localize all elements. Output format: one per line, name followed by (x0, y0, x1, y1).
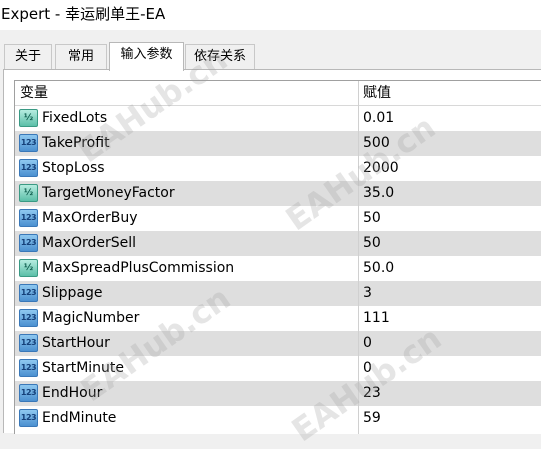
integer-type-icon: 123 (19, 234, 38, 252)
parameter-value[interactable]: 35.0 (363, 181, 394, 206)
double-type-icon: ½ (19, 109, 38, 127)
double-type-icon: ½ (19, 184, 38, 202)
double-type-icon: ½ (19, 259, 38, 277)
parameter-value[interactable]: 23 (363, 381, 381, 406)
column-divider[interactable] (358, 81, 359, 434)
parameter-name: MagicNumber (42, 310, 140, 326)
parameter-value[interactable]: 0.01 (363, 106, 394, 131)
integer-type-icon: 123 (19, 209, 38, 227)
parameter-name: EndMinute (42, 410, 117, 426)
parameter-name: MaxOrderSell (42, 235, 137, 251)
integer-type-icon: 123 (19, 159, 38, 177)
table-row[interactable]: 123 EndMinute 59 (15, 406, 541, 431)
grid-header: 变量 赋值 (15, 81, 541, 106)
parameter-value[interactable]: 3 (363, 281, 372, 306)
integer-type-icon: 123 (19, 384, 38, 402)
parameters-grid: 变量 赋值 ½ FixedLots 0.01 123 TakeProfit 500 123 S… (14, 80, 541, 434)
tab-inputs[interactable]: 输入参数 (109, 42, 184, 71)
parameter-value[interactable]: 50 (363, 206, 381, 231)
parameter-value[interactable]: 59 (363, 406, 381, 431)
table-row[interactable]: 123 MaxOrderBuy 50 (15, 206, 541, 231)
integer-type-icon: 123 (19, 134, 38, 152)
parameter-name: TargetMoneyFactor (42, 185, 175, 201)
table-row[interactable]: ½ TargetMoneyFactor 35.0 (15, 181, 541, 206)
integer-type-icon: 123 (19, 409, 38, 427)
integer-type-icon: 123 (19, 284, 38, 302)
integer-type-icon: 123 (19, 359, 38, 377)
parameter-value[interactable]: 111 (363, 306, 390, 331)
table-row[interactable]: ½ MaxSpreadPlusCommission 50.0 (15, 256, 541, 281)
parameter-name: MaxOrderBuy (42, 210, 138, 226)
table-row[interactable]: 123 StartMinute 0 (15, 356, 541, 381)
parameter-value[interactable]: 0 (363, 356, 372, 381)
parameter-name: EndHour (42, 385, 103, 401)
parameter-name: TakeProfit (42, 135, 110, 151)
value-column-header[interactable]: 赋值 (363, 81, 391, 105)
parameter-name: StopLoss (42, 160, 105, 176)
variable-column-header[interactable]: 变量 (20, 81, 48, 105)
table-row[interactable]: 123 Slippage 3 (15, 281, 541, 306)
title-bar: Expert - 幸运刷单王-EA (0, 0, 541, 30)
parameter-name: MaxSpreadPlusCommission (42, 260, 235, 276)
tab-dependencies[interactable]: 依存关系 (185, 44, 255, 69)
integer-type-icon: 123 (19, 309, 38, 327)
table-row[interactable]: 123 StartHour 0 (15, 331, 541, 356)
parameter-value[interactable]: 0 (363, 331, 372, 356)
table-row[interactable]: 123 MagicNumber 111 (15, 306, 541, 331)
parameter-value[interactable]: 500 (363, 131, 390, 156)
table-row[interactable]: ½ FixedLots 0.01 (15, 106, 541, 131)
inputs-panel: 变量 赋值 ½ FixedLots 0.01 123 TakeProfit 500 123 S… (3, 40, 541, 449)
table-row[interactable]: 123 EndHour 23 (15, 381, 541, 406)
parameter-value[interactable]: 50 (363, 231, 381, 256)
window-title: Expert - 幸运刷单王-EA (1, 5, 166, 23)
integer-type-icon: 123 (19, 334, 38, 352)
tab-about[interactable]: 关于 (4, 44, 52, 69)
tab-bar: 关于 常用 输入参数 依存关系 (0, 42, 541, 71)
parameters-list: ½ FixedLots 0.01 123 TakeProfit 500 123 StopLos… (15, 106, 541, 431)
table-row[interactable]: 123 MaxOrderSell 50 (15, 231, 541, 256)
parameter-value[interactable]: 2000 (363, 156, 399, 181)
tab-common[interactable]: 常用 (55, 44, 107, 69)
parameter-value[interactable]: 50.0 (363, 256, 394, 281)
parameter-name: Slippage (42, 285, 103, 301)
parameter-name: FixedLots (42, 110, 108, 126)
parameter-name: StartMinute (42, 360, 125, 376)
table-row[interactable]: 123 StopLoss 2000 (15, 156, 541, 181)
table-row[interactable]: 123 TakeProfit 500 (15, 131, 541, 156)
parameter-name: StartHour (42, 335, 110, 351)
